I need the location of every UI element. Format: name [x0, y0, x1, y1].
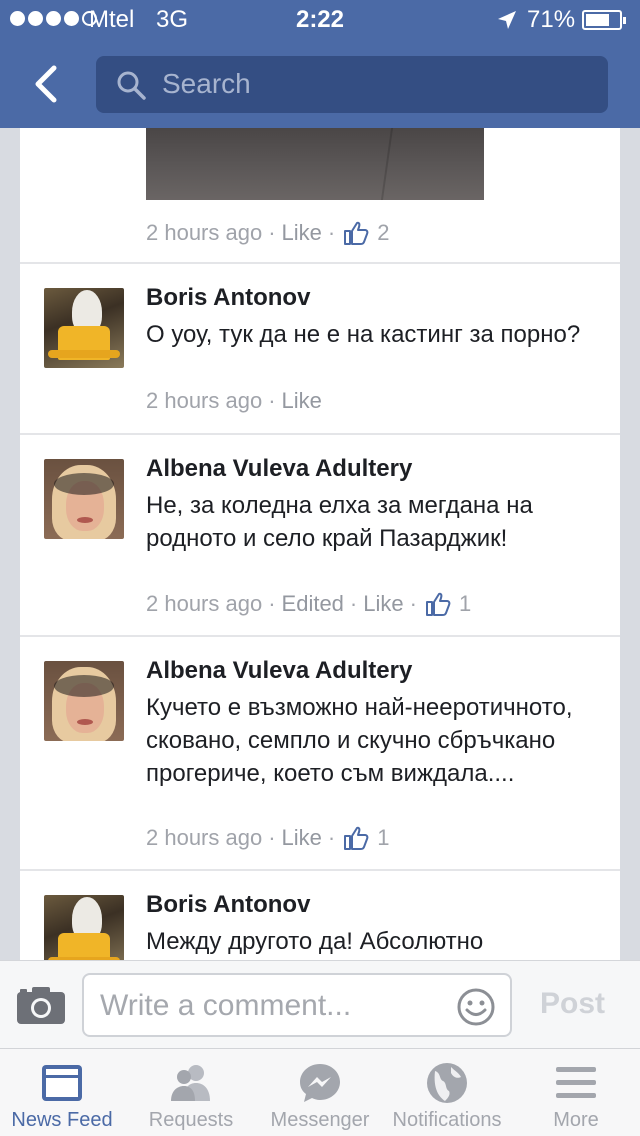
- like-link[interactable]: Like: [282, 388, 322, 414]
- tab-label: Messenger: [270, 1109, 370, 1131]
- back-button[interactable]: [30, 64, 62, 104]
- timestamp: 2 hours ago: [146, 388, 263, 413]
- comment-author[interactable]: Albena Vuleva Adultery: [146, 657, 412, 685]
- comments-feed[interactable]: 2 hours ago · Like · 2 Boris Antonov О у…: [20, 128, 620, 960]
- tab-requests[interactable]: Requests: [128, 1049, 254, 1136]
- tab-more[interactable]: More: [512, 1049, 640, 1136]
- tab-label: News Feed: [11, 1109, 113, 1131]
- comment-author[interactable]: Boris Antonov: [146, 284, 310, 312]
- camera-button[interactable]: [16, 985, 66, 1025]
- tab-notifications[interactable]: Notifications: [384, 1049, 510, 1136]
- status-bar: Mtel 3G 2:22 71%: [0, 0, 640, 40]
- avatar[interactable]: [44, 288, 124, 368]
- comment-text: Не, за коледна елха за мегдана на роднот…: [146, 492, 533, 552]
- post-meta: 2 hours ago · Like · 2: [146, 220, 390, 246]
- timestamp: 2 hours ago: [146, 591, 263, 616]
- location-arrow-icon: [498, 11, 516, 29]
- comment-input[interactable]: Write a comment...: [82, 973, 512, 1037]
- globe-icon: [427, 1063, 467, 1103]
- friends-icon: [171, 1065, 210, 1101]
- edited-link[interactable]: Edited: [282, 591, 344, 617]
- timestamp: 2 hours ago: [146, 220, 263, 245]
- like-link[interactable]: Like: [282, 220, 322, 246]
- comment-meta: 2 hours ago · Edited · Like · 1: [146, 591, 472, 617]
- search-placeholder: Search: [162, 68, 251, 99]
- comment-text: О уоу, тук да не е на кастинг за порно?: [146, 321, 581, 348]
- tab-label: Requests: [148, 1109, 234, 1131]
- search-input[interactable]: Search: [96, 56, 608, 113]
- emoji-button[interactable]: [456, 987, 496, 1027]
- tab-news-feed[interactable]: News Feed: [0, 1049, 124, 1136]
- post-button[interactable]: Post: [540, 987, 605, 1021]
- avatar[interactable]: [44, 895, 124, 960]
- tab-label: Notifications: [392, 1109, 502, 1131]
- comment-item: Albena Vuleva Adultery Не, за коледна ел…: [20, 435, 620, 635]
- comment-meta: 2 hours ago · Like · 1: [146, 825, 390, 851]
- comment-item: Boris Antonov О уоу, тук да не е на каст…: [20, 264, 620, 434]
- comment-text: Кучето е възможно най-нееротичното, сков…: [146, 694, 573, 787]
- messenger-icon: [300, 1064, 340, 1102]
- comment-item: Boris Antonov Между другото да! Абсолютн…: [20, 871, 620, 960]
- comment-meta: 2 hours ago · Like: [146, 388, 322, 414]
- navigation-bar: Mtel 3G 2:22 71% Search: [0, 0, 640, 128]
- menu-icon: [556, 1067, 596, 1098]
- post-photo[interactable]: [146, 128, 484, 200]
- comment-text: Между другото да! Абсолютно: [146, 928, 484, 955]
- comment-author[interactable]: Albena Vuleva Adultery: [146, 455, 412, 483]
- avatar[interactable]: [44, 661, 124, 741]
- comment-placeholder: Write a comment...: [100, 989, 352, 1022]
- like-link[interactable]: Like: [282, 825, 322, 851]
- app-screen: Mtel 3G 2:22 71% Search 2 hours ago · Li…: [0, 0, 640, 1136]
- battery-icon: [582, 10, 626, 30]
- avatar[interactable]: [44, 459, 124, 539]
- like-count: 2: [377, 220, 390, 245]
- tab-bar: News Feed Requests Messenger Notificatio…: [0, 1048, 640, 1136]
- tab-messenger[interactable]: Messenger: [256, 1049, 384, 1136]
- search-icon: [117, 71, 146, 100]
- like-count: 1: [377, 825, 390, 850]
- like-link[interactable]: Like: [363, 591, 403, 617]
- battery-percentage: 71%: [527, 6, 576, 33]
- comment-composer: Write a comment... Post: [0, 960, 640, 1048]
- like-count: 1: [458, 591, 472, 616]
- thumbs-up-icon: [425, 592, 451, 616]
- thumbs-up-icon: [344, 221, 369, 245]
- news-feed-icon: [42, 1065, 82, 1101]
- comment-author[interactable]: Boris Antonov: [146, 891, 310, 919]
- thumbs-up-icon: [344, 826, 369, 850]
- timestamp: 2 hours ago: [146, 825, 263, 850]
- comment-item: Albena Vuleva Adultery Кучето е възможно…: [20, 637, 620, 869]
- tab-label: More: [553, 1109, 599, 1131]
